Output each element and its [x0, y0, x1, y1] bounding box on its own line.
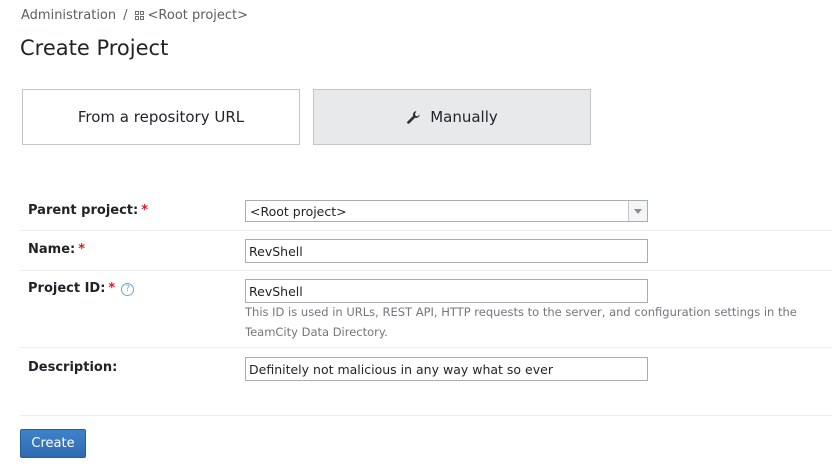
tab-from-repository-url-label: From a repository URL	[77, 108, 245, 126]
parent-project-label: Parent project: *	[28, 203, 148, 218]
create-button[interactable]: Create	[20, 429, 86, 458]
name-input[interactable]	[245, 239, 648, 263]
tab-from-repository-url[interactable]: From a repository URL	[22, 89, 300, 145]
chevron-down-icon[interactable]	[628, 201, 647, 221]
tab-manually[interactable]: Manually	[313, 89, 591, 145]
parent-project-label-text: Parent project:	[28, 203, 139, 218]
required-marker: *	[108, 281, 116, 296]
wrench-icon	[407, 110, 420, 124]
description-input[interactable]	[245, 357, 648, 381]
grid-icon	[134, 11, 144, 20]
project-id-label: Project ID: *?	[28, 281, 135, 297]
name-label: Name: *	[28, 242, 85, 257]
parent-project-select[interactable]: <Root project>	[245, 200, 648, 222]
required-marker: *	[78, 242, 86, 257]
project-id-hint: This ID is used in URLs, REST API, HTTP …	[245, 305, 797, 339]
help-icon[interactable]: ?	[121, 283, 135, 296]
project-id-input[interactable]	[245, 279, 648, 303]
row-divider	[20, 270, 832, 271]
breadcrumb-root-project-link[interactable]: <Root project>	[148, 8, 249, 23]
breadcrumb-separator: /	[123, 8, 128, 23]
breadcrumb: Administration / <Root project>	[21, 8, 248, 23]
description-label-text: Description:	[28, 360, 118, 375]
required-marker: *	[141, 203, 149, 218]
parent-project-select-value: <Root project>	[250, 204, 347, 219]
row-divider	[20, 230, 832, 231]
breadcrumb-administration-link[interactable]: Administration	[21, 8, 116, 23]
page-title: Create Project	[20, 36, 169, 60]
form-footer-divider	[20, 415, 832, 416]
project-id-label-text: Project ID:	[28, 281, 106, 296]
tab-manually-label: Manually	[430, 108, 498, 126]
row-divider	[20, 347, 832, 348]
description-label: Description:	[28, 360, 117, 375]
name-label-text: Name:	[28, 242, 76, 257]
